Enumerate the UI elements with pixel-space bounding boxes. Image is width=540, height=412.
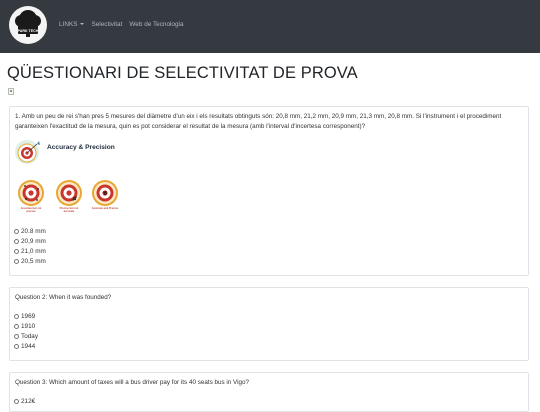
radio-button[interactable] [14, 228, 19, 234]
park-tech-logo[interactable]: PARK TECH [9, 6, 47, 44]
radio-button[interactable] [14, 398, 19, 404]
radio-button[interactable] [14, 259, 19, 265]
question-2-options: 1969 1910 Today 1944 [14, 311, 38, 352]
question-2-text: Question 2: When it was founded? [15, 294, 112, 301]
question-card-1: 1. Amb un peu de rei s'han pres 5 mesure… [9, 106, 529, 276]
answer-option[interactable]: 1969 [14, 311, 38, 321]
caret-down-icon [80, 23, 85, 25]
answer-option[interactable]: Today [14, 331, 38, 341]
figure-caption: Accurate and Precise [91, 207, 119, 210]
answer-option[interactable]: 1944 [14, 342, 38, 352]
figure-caption: Accurate but not precise [20, 207, 42, 213]
figure-caption: Precise but not accurate [59, 207, 79, 213]
radio-button[interactable] [14, 333, 19, 339]
nav-links: LINKS Selectivitat Web de Tecnologia [59, 21, 184, 28]
answer-option[interactable]: 1910 [14, 321, 38, 331]
question-1-options: 20.8 mm 20,9 mm 21,0 mm 20,5 mm [14, 226, 46, 267]
logo-tree-icon: PARK TECH [10, 7, 46, 43]
answer-option[interactable]: 20.8 mm [14, 226, 46, 236]
answer-option[interactable]: 20,9 mm [14, 236, 46, 246]
answer-option[interactable]: 20,5 mm [14, 257, 46, 267]
question-card-2: Question 2: When it was founded? 1969 19… [9, 287, 529, 361]
question-3-text: Question 3: Which amount of taxes will a… [15, 379, 250, 386]
question-1-text: 1. Amb un peu de rei s'han pres 5 mesure… [15, 113, 502, 130]
radio-button[interactable] [14, 323, 19, 329]
page-title: QÜESTIONARI DE SELECTIVITAT DE PROVA [7, 64, 358, 82]
svg-text:PARK TECH: PARK TECH [18, 29, 39, 33]
answer-option[interactable]: 21,0 mm [14, 246, 46, 256]
radio-button[interactable] [14, 344, 19, 350]
question-card-3: Question 3: Which amount of taxes will a… [9, 372, 529, 412]
nav-links-dropdown[interactable]: LINKS [59, 21, 85, 28]
broken-image-icon [8, 88, 14, 95]
radio-button[interactable] [14, 313, 19, 319]
nav-link-selectivitat[interactable]: Selectivitat [91, 21, 122, 28]
accuracy-precision-figure: Accuracy & Precision Accurate but not pr… [13, 138, 129, 218]
radio-button[interactable] [14, 248, 19, 254]
radio-button[interactable] [14, 238, 19, 244]
navbar: PARK TECH LINKS Selectivitat Web de Tecn… [0, 0, 540, 53]
nav-link-web-tecnologia[interactable]: Web de Tecnologia [129, 21, 183, 28]
figure-title: Accuracy & Precision [47, 144, 115, 151]
